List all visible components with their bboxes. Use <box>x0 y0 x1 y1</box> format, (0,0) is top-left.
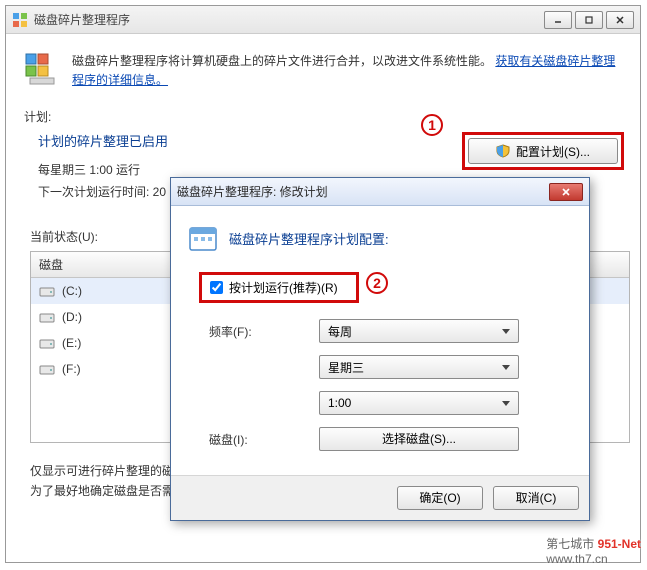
frequency-combobox[interactable]: 每周 <box>319 319 519 343</box>
maximize-button[interactable] <box>575 11 603 29</box>
watermark-text: 第七城市 <box>546 537 594 551</box>
dialog-title: 磁盘碎片整理程序: 修改计划 <box>177 183 549 200</box>
minimize-button[interactable] <box>544 11 572 29</box>
window-title: 磁盘碎片整理程序 <box>34 11 544 28</box>
drive-icon <box>39 362 55 376</box>
time-row: 1:00 <box>209 391 573 415</box>
drive-label: (F:) <box>62 362 81 376</box>
watermark: 第七城市 951-Net www.th7.cn <box>546 535 641 566</box>
frequency-value: 每周 <box>328 323 352 340</box>
modify-schedule-dialog: 磁盘碎片整理程序: 修改计划 磁盘碎片整理程序计划配置: 按计划运行(推荐)(R… <box>170 177 590 521</box>
config-button-highlight: 配置计划(S)... <box>462 132 624 170</box>
drive-icon <box>39 336 55 350</box>
watermark-url: www.th7.cn <box>546 552 641 566</box>
drive-label: (D:) <box>62 310 82 324</box>
time-combobox[interactable]: 1:00 <box>319 391 519 415</box>
info-text: 磁盘碎片整理程序将计算机硬盘上的碎片文件进行合并，以改进文件系统性能。 获取有关… <box>72 52 622 90</box>
chevron-down-icon <box>502 401 510 406</box>
note-line: 仅显示可进行碎片整理的磁 <box>30 461 174 481</box>
note-line: 为了最好地确定磁盘是否需 <box>30 481 174 501</box>
disk-label: 磁盘(I): <box>209 431 319 448</box>
chevron-down-icon <box>502 329 510 334</box>
ok-button[interactable]: 确定(O) <box>397 486 483 510</box>
drive-icon <box>39 284 55 298</box>
select-disks-button[interactable]: 选择磁盘(S)... <box>319 427 519 451</box>
defrag-icon <box>24 52 60 88</box>
run-on-schedule-checkbox[interactable] <box>210 281 223 294</box>
cancel-button[interactable]: 取消(C) <box>493 486 579 510</box>
dialog-head-row: 磁盘碎片整理程序计划配置: <box>187 222 573 254</box>
chevron-down-icon <box>502 365 510 370</box>
app-icon <box>12 12 28 28</box>
day-value: 星期三 <box>328 359 364 376</box>
current-state-label: 当前状态(U): <box>30 228 98 245</box>
dialog-close-button[interactable] <box>549 183 583 201</box>
drive-label: (E:) <box>62 336 81 350</box>
configure-schedule-label: 配置计划(S)... <box>516 143 590 160</box>
drive-icon <box>39 310 55 324</box>
note-text: 仅显示可进行碎片整理的磁 为了最好地确定磁盘是否需 <box>30 461 174 502</box>
run-on-schedule-highlight: 按计划运行(推荐)(R) <box>199 272 359 303</box>
configure-schedule-button[interactable]: 配置计划(S)... <box>468 138 618 164</box>
window-controls <box>544 11 634 29</box>
callout-2: 2 <box>366 272 388 294</box>
run-on-schedule-label: 按计划运行(推荐)(R) <box>229 279 338 296</box>
day-row: 星期三 <box>209 355 573 379</box>
frequency-row: 频率(F): 每周 <box>209 319 573 343</box>
disk-row: 磁盘(I): 选择磁盘(S)... <box>209 427 573 451</box>
schedule-form: 频率(F): 每周 星期三 1:00 <box>209 319 573 451</box>
close-button[interactable] <box>606 11 634 29</box>
callout-1: 1 <box>421 114 443 136</box>
calendar-icon <box>187 222 219 254</box>
drive-label: (C:) <box>62 284 82 298</box>
watermark-brand: 951-Net <box>598 537 641 551</box>
shield-icon <box>496 144 510 158</box>
schedule-label: 计划: <box>24 108 622 125</box>
dialog-body: 磁盘碎片整理程序计划配置: 按计划运行(推荐)(R) 频率(F): 每周 星期三 <box>171 206 589 475</box>
day-combobox[interactable]: 星期三 <box>319 355 519 379</box>
dialog-heading: 磁盘碎片整理程序计划配置: <box>229 229 389 248</box>
time-value: 1:00 <box>328 396 351 410</box>
info-row: 磁盘碎片整理程序将计算机硬盘上的碎片文件进行合并，以改进文件系统性能。 获取有关… <box>24 52 622 90</box>
dialog-titlebar: 磁盘碎片整理程序: 修改计划 <box>171 178 589 206</box>
dialog-footer: 确定(O) 取消(C) <box>171 475 589 520</box>
info-text-prefix: 磁盘碎片整理程序将计算机硬盘上的碎片文件进行合并，以改进文件系统性能。 <box>72 54 492 68</box>
frequency-label: 频率(F): <box>209 323 319 340</box>
titlebar: 磁盘碎片整理程序 <box>6 6 640 34</box>
